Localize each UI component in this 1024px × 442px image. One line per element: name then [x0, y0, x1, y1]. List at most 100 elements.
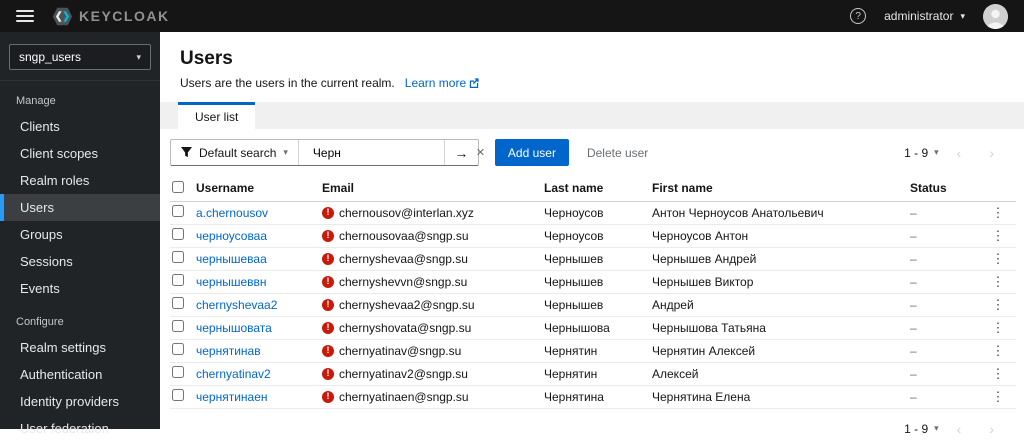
sidebar-item-realm-roles[interactable]: Realm roles — [0, 167, 160, 194]
first-name-cell: Чернятин Алексей — [652, 339, 910, 363]
email-unverified-icon: ! — [322, 321, 334, 334]
status-cell: – — [910, 270, 988, 294]
kebab-menu-icon[interactable]: ⋮ — [988, 316, 1016, 340]
sidebar-item-events[interactable]: Events — [0, 275, 160, 302]
user-menu-label: administrator — [884, 9, 954, 23]
keycloak-logo: KEYCLOAK — [52, 6, 170, 27]
email-text: chernyshevaa@sngp.su — [339, 251, 468, 266]
last-name-cell: Черноусов — [544, 201, 652, 225]
sidebar-item-sessions[interactable]: Sessions — [0, 248, 160, 275]
email-text: chernyatinaen@sngp.su — [339, 389, 469, 404]
kebab-menu-icon[interactable]: ⋮ — [988, 201, 1016, 225]
chevron-down-icon: ▾ — [283, 147, 288, 157]
email-unverified-icon: ! — [322, 275, 334, 288]
sidebar-item-realm-settings[interactable]: Realm settings — [0, 334, 160, 361]
last-name-cell: Чернятин — [544, 362, 652, 386]
row-checkbox[interactable] — [172, 343, 184, 355]
sidebar: sngp_users ▾ Manage Clients Client scope… — [0, 32, 160, 436]
next-page-icon[interactable]: › — [979, 145, 1004, 161]
username-link[interactable]: a.chernousov — [196, 206, 268, 220]
kebab-menu-icon[interactable]: ⋮ — [988, 339, 1016, 363]
first-name-cell: Чернышев Виктор — [652, 270, 910, 294]
sidebar-item-clients[interactable]: Clients — [0, 113, 160, 140]
kebab-menu-icon[interactable]: ⋮ — [988, 385, 1016, 409]
search-input-wrap: ✕ — [299, 140, 485, 165]
sidebar-item-groups[interactable]: Groups — [0, 221, 160, 248]
col-last-name: Last name — [544, 176, 652, 202]
select-all-checkbox[interactable] — [172, 180, 184, 193]
table-header-row: Username Email Last name First name Stat… — [170, 176, 1016, 202]
status-cell: – — [910, 339, 988, 363]
tab-strip: User list — [160, 102, 1024, 129]
sidebar-item-authentication[interactable]: Authentication — [0, 361, 160, 388]
username-link[interactable]: чернятинаен — [196, 390, 268, 404]
user-table: Username Email Last name First name Stat… — [170, 176, 1016, 409]
row-checkbox[interactable] — [172, 320, 184, 332]
external-link-icon — [469, 78, 479, 88]
realm-selector[interactable]: sngp_users ▾ — [9, 44, 151, 70]
pagination-range-label: 1 - 9 — [904, 145, 929, 160]
username-link[interactable]: chernyatinav2 — [196, 367, 271, 381]
email-unverified-icon: ! — [322, 344, 334, 357]
col-first-name: First name — [652, 176, 910, 202]
delete-user-button[interactable]: Delete user — [587, 146, 648, 160]
kebab-menu-icon[interactable]: ⋮ — [988, 224, 1016, 248]
username-link[interactable]: чернышеввн — [196, 275, 267, 289]
email-text: chernyatinav@sngp.su — [339, 343, 462, 358]
sidebar-item-client-scopes[interactable]: Client scopes — [0, 140, 160, 167]
row-checkbox[interactable] — [172, 297, 184, 309]
table-row: чернятинаен ! chernyatinaen@sngp.su Черн… — [170, 385, 1016, 409]
table-row: чернышеввн ! chernyshevvn@sngp.su Черныш… — [170, 270, 1016, 294]
row-checkbox[interactable] — [172, 389, 184, 401]
email-text: chernyshevvn@sngp.su — [339, 274, 468, 289]
status-cell: – — [910, 201, 988, 225]
kebab-menu-icon[interactable]: ⋮ — [988, 247, 1016, 271]
row-checkbox[interactable] — [172, 274, 184, 286]
chevron-down-icon: ▾ — [136, 51, 141, 62]
email-text: chernousovaa@sngp.su — [339, 228, 469, 243]
pagination-range-dropdown[interactable]: 1 - 9 ▾ — [904, 146, 939, 160]
nav-group-manage: Manage — [16, 95, 56, 107]
status-cell: – — [910, 362, 988, 386]
email-unverified-icon: ! — [322, 367, 334, 380]
last-name-cell: Чернышова — [544, 316, 652, 340]
status-cell: – — [910, 247, 988, 271]
tab-user-list[interactable]: User list — [178, 102, 256, 129]
username-link[interactable]: чернышовата — [196, 321, 272, 335]
search-submit-button[interactable]: → — [443, 140, 478, 165]
row-checkbox[interactable] — [172, 205, 184, 217]
nav-group-configure: Configure — [16, 316, 64, 328]
status-cell: – — [910, 293, 988, 317]
status-cell: – — [910, 385, 988, 409]
help-icon[interactable]: ? — [850, 8, 867, 24]
table-row: a.chernousov ! chernousov@interlan.xyz Ч… — [170, 201, 1016, 225]
table-row: черноусоваа ! chernousovaa@sngp.su Черно… — [170, 224, 1016, 248]
username-link[interactable]: чернятинав — [196, 344, 261, 358]
email-unverified-icon: ! — [322, 252, 334, 265]
user-menu[interactable]: administrator ▾ — [884, 9, 965, 23]
learn-more-link[interactable]: Learn more — [405, 76, 466, 90]
email-unverified-icon: ! — [322, 298, 334, 311]
row-checkbox[interactable] — [172, 228, 184, 240]
kebab-menu-icon[interactable]: ⋮ — [988, 293, 1016, 317]
sidebar-item-users[interactable]: Users — [0, 194, 160, 221]
kebab-menu-icon[interactable]: ⋮ — [988, 362, 1016, 386]
page-subtitle: Users are the users in the current realm… — [180, 76, 395, 90]
last-name-cell: Черноусов — [544, 224, 652, 248]
row-checkbox[interactable] — [172, 366, 184, 378]
username-link[interactable]: chernyshevaa2 — [196, 298, 277, 312]
add-user-button[interactable]: Add user — [494, 139, 569, 166]
prev-page-icon[interactable]: ‹ — [947, 145, 972, 161]
page-title: Users — [180, 48, 233, 69]
avatar[interactable] — [983, 3, 1008, 29]
username-link[interactable]: чернышеваа — [196, 252, 267, 266]
col-email: Email — [322, 176, 544, 202]
sidebar-item-identity-providers[interactable]: Identity providers — [0, 388, 160, 415]
nav-toggle-icon[interactable] — [16, 10, 34, 22]
kebab-menu-icon[interactable]: ⋮ — [988, 270, 1016, 294]
pagination-top: 1 - 9 ▾ ‹ › — [904, 145, 1004, 161]
username-link[interactable]: черноусоваа — [196, 229, 267, 243]
row-checkbox[interactable] — [172, 251, 184, 263]
search-type-dropdown[interactable]: Default search ▾ — [171, 140, 299, 165]
table-row: chernyatinav2 ! chernyatinav2@sngp.su Че… — [170, 362, 1016, 386]
